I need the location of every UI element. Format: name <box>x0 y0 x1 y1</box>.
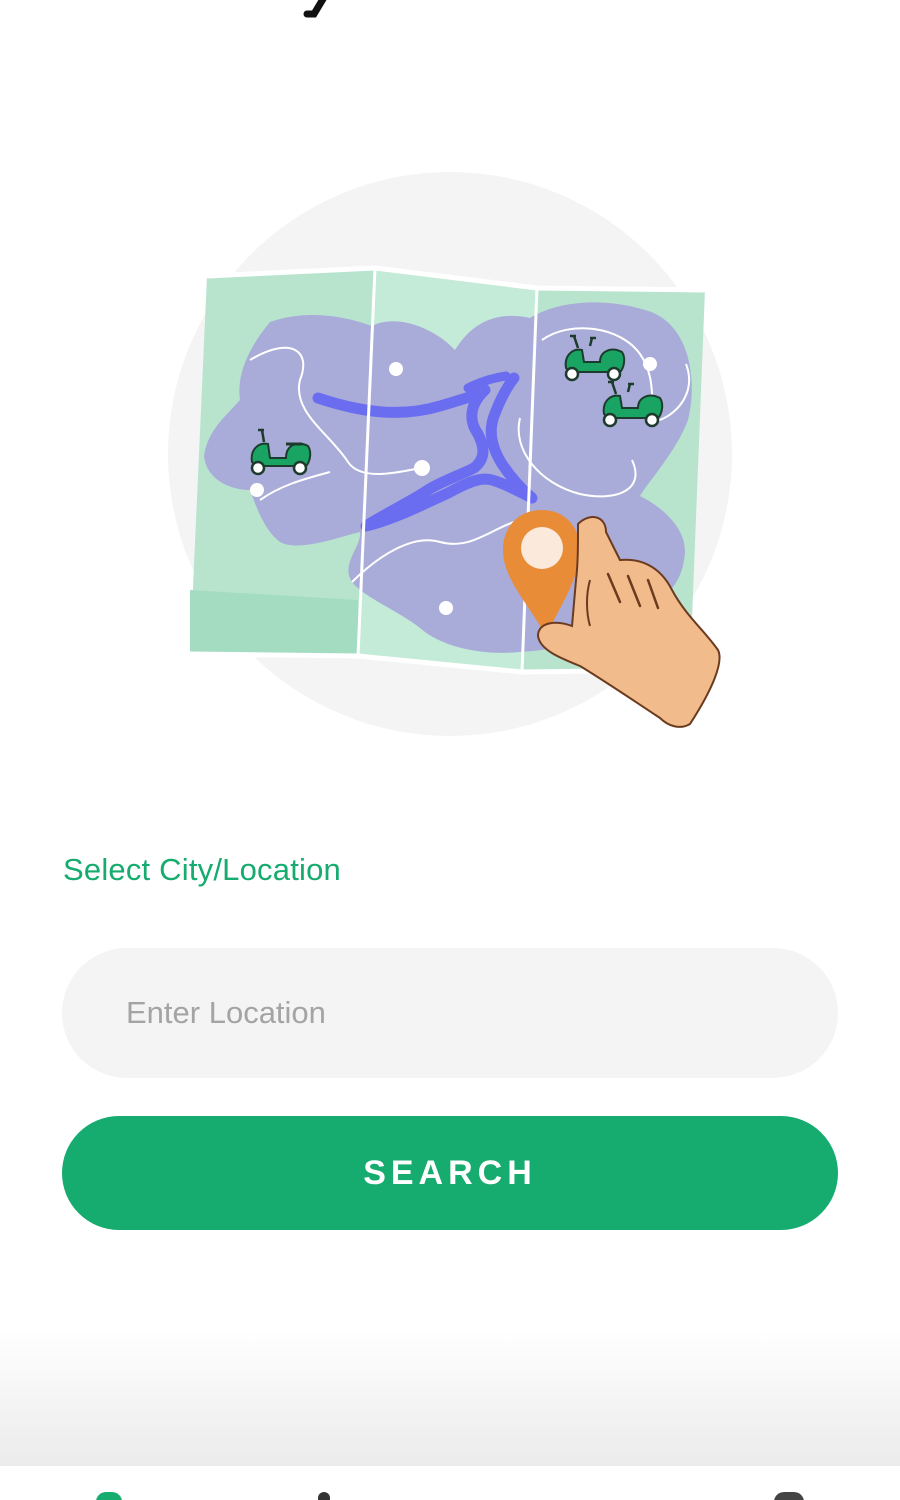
select-location-label: Select City/Location <box>63 852 341 887</box>
location-input[interactable] <box>62 948 838 1078</box>
map-illustration <box>168 172 732 736</box>
location-search-screen: Select City/Location SEARCH <box>0 0 900 1500</box>
bottom-nav-shadow <box>0 1330 900 1466</box>
home-icon[interactable] <box>96 1492 122 1500</box>
bottom-navigation <box>0 1466 900 1500</box>
search-button[interactable]: SEARCH <box>62 1116 838 1230</box>
support-icon[interactable] <box>774 1492 804 1500</box>
page-title-fragment <box>303 0 327 18</box>
profile-icon[interactable] <box>318 1492 330 1500</box>
